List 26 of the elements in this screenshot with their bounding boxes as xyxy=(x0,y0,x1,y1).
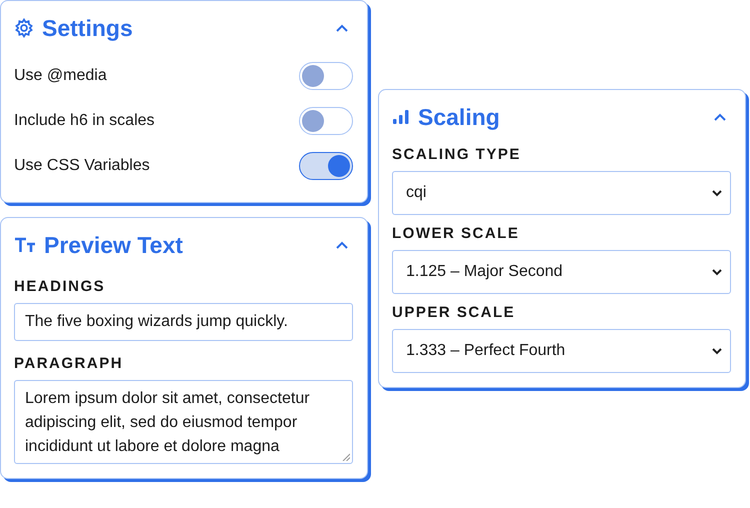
toggle-label: Use @media xyxy=(14,66,107,84)
select-dropdown[interactable]: 1.333 – Perfect Fourth xyxy=(392,329,731,373)
field-label: HEADINGS xyxy=(14,278,106,295)
toggle-switch[interactable] xyxy=(299,106,353,134)
select-dropdown[interactable]: 1.125 – Major Second xyxy=(392,250,731,294)
field-label: UPPER SCALE xyxy=(392,304,516,321)
panel-title: Preview Text xyxy=(44,232,184,258)
select-dropdown[interactable]: cqi xyxy=(392,171,731,215)
text-size-icon xyxy=(14,236,36,254)
toggle-switch[interactable] xyxy=(299,152,353,180)
toggle-switch[interactable] xyxy=(299,62,353,90)
chevron-down-icon xyxy=(712,268,722,276)
text-area[interactable]: Lorem ipsum dolor sit amet, consectetur adipiscing elit, sed do eiusmod tempor incididunt ut labore et dolore magna xyxy=(14,380,353,464)
resize-handle-icon[interactable] xyxy=(342,453,350,461)
panel-title: Scaling xyxy=(418,104,501,130)
input-field[interactable]: The five boxing wizards jump quickly. xyxy=(14,303,353,341)
field-label: LOWER SCALE xyxy=(392,225,520,242)
settings-icon xyxy=(14,18,34,38)
panel-title: Settings xyxy=(42,14,134,42)
chevron-down-icon xyxy=(712,347,722,355)
field-label: SCALING TYPE xyxy=(392,146,522,163)
toggle-label: Use CSS Variables xyxy=(14,156,150,174)
field-label: PARAGRAPH xyxy=(14,355,124,372)
chevron-down-icon xyxy=(712,189,722,197)
toggle-label: Include h6 in scales xyxy=(14,112,155,130)
bar-chart-icon xyxy=(392,109,410,125)
